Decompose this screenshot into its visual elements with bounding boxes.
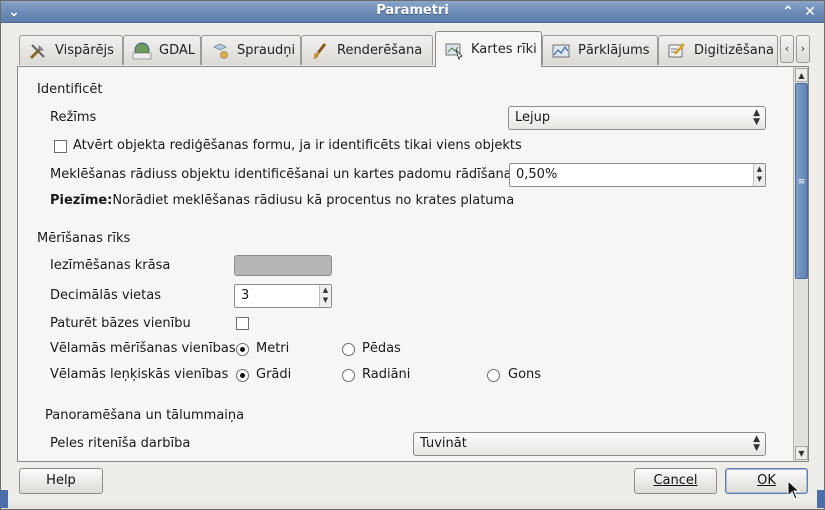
tab-label: Vispārējs	[55, 43, 114, 58]
tools-icon	[29, 43, 45, 59]
rubberband-color-button[interactable]	[234, 255, 332, 276]
tab-label: Digitizēšana	[694, 43, 774, 58]
note-label: Piezīme:	[50, 193, 113, 208]
tab-label: Renderēšana	[337, 43, 423, 58]
decimals-spinbox[interactable]: 3 ▲ ▼	[234, 284, 332, 308]
gdal-icon	[132, 42, 152, 59]
scroll-up-icon[interactable]: ▲	[795, 68, 808, 82]
tab-label: GDAL	[159, 43, 195, 58]
ok-button-label: OK	[757, 473, 776, 488]
search-radius-label: Meklēšanas rādiuss objektu identificēšan…	[50, 167, 516, 182]
wheel-action-value: Tuvināt	[420, 436, 467, 451]
search-radius-spinbox[interactable]: 0,50% ▲ ▼	[509, 163, 766, 187]
radio-feet[interactable]	[342, 343, 355, 356]
scrollbar-thumb[interactable]: ≡	[795, 83, 808, 279]
wheel-action-label: Peles ritenīša darbība	[50, 436, 191, 451]
overlay-icon	[552, 44, 570, 57]
updown-icon: ▲ ▼	[753, 434, 760, 453]
keep-base-unit-label: Paturēt bāzes vienību	[50, 316, 191, 331]
keep-base-unit-checkbox[interactable]	[236, 317, 249, 330]
identify-mode-value: Lejup	[515, 110, 551, 125]
spin-buttons-icon[interactable]: ▲ ▼	[319, 285, 331, 307]
mouse-cursor-icon	[787, 480, 801, 500]
map-tools-icon	[445, 43, 463, 60]
tab-digitizing[interactable]: Digitizēšana	[658, 35, 778, 65]
radio-radians[interactable]	[342, 369, 355, 382]
radio-feet-label: Pēdas	[362, 341, 401, 356]
plugins-icon	[213, 43, 228, 59]
tab-plugins[interactable]: Spraudņi	[201, 35, 301, 65]
decimals-value: 3	[241, 288, 250, 303]
preferences-dialog: ⌄ Parametri ⌃ ✕ Vispārējs GDAL Spraudņi …	[0, 0, 825, 510]
pan-zoom-section-label: Panoramēšana un tālummaiņa	[45, 408, 245, 423]
tab-rendering[interactable]: Renderēšana	[301, 35, 433, 65]
open-form-label: Atvērt objekta rediģēšanas formu, ja ir …	[73, 138, 522, 153]
identify-mode-select[interactable]: Lejup ▲ ▼	[508, 106, 766, 130]
identify-mode-label: Režīms	[50, 110, 97, 125]
scroll-down-icon[interactable]: ▼	[795, 446, 808, 460]
measure-section-label: Mērīšanas rīks	[37, 231, 131, 246]
tab-bar: Vispārējs GDAL Spraudņi Renderēšana Kart…	[17, 31, 812, 67]
radio-gons[interactable]	[487, 369, 500, 382]
window-title: Parametri	[376, 3, 449, 18]
radio-radians-label: Radiāni	[362, 367, 411, 382]
tab-label: Pārklājums	[578, 43, 650, 58]
radio-degrees-label: Grādi	[256, 367, 292, 382]
identify-section-label: Identificēt	[37, 82, 103, 97]
bottom-strip	[1, 500, 824, 509]
cancel-button-label: Cancel	[653, 473, 698, 488]
open-form-checkbox[interactable]	[54, 140, 67, 153]
search-radius-value: 0,50%	[516, 167, 558, 182]
digitize-icon	[668, 42, 685, 57]
radio-degrees[interactable]	[236, 369, 249, 382]
desktop-edge-right	[817, 490, 825, 508]
rubberband-color-label: Iezīmēšanas krāsa	[50, 258, 171, 273]
spin-buttons-icon[interactable]: ▲ ▼	[753, 164, 765, 186]
radio-meters[interactable]	[236, 343, 249, 356]
updown-icon: ▲ ▼	[753, 108, 760, 127]
note-text: Piezīme:Norādiet meklēšanas rādiusu kā p…	[50, 193, 514, 208]
tab-map-tools[interactable]: Kartes rīki	[435, 31, 542, 67]
cancel-button[interactable]: Cancel	[634, 468, 717, 494]
tab-scroll-left-icon[interactable]: ‹	[780, 35, 794, 63]
angle-units-label: Vēlamās leņķiskās vienības	[50, 367, 229, 382]
note-body: Norādiet meklēšanas rādiusu kā procentus…	[112, 193, 515, 208]
panel-content: Identificēt Režīms Lejup ▲ ▼ Atvērt objek…	[18, 67, 793, 461]
tab-label: Kartes rīki	[471, 42, 537, 57]
tab-gdal[interactable]: GDAL	[123, 35, 201, 65]
close-icon[interactable]: ✕	[801, 3, 819, 21]
title-bar[interactable]: ⌄ Parametri ⌃ ✕	[1, 1, 824, 23]
tab-label: Spraudņi	[237, 43, 296, 58]
map-tools-panel: Identificēt Režīms Lejup ▲ ▼ Atvērt objek…	[17, 66, 809, 462]
help-button[interactable]: Help	[19, 468, 103, 494]
decimals-label: Decimālās vietas	[50, 288, 162, 303]
vertical-scrollbar[interactable]: ▲ ≡ ▼	[793, 67, 808, 461]
measure-units-label: Vēlamās mērīšanas vienības	[50, 341, 236, 356]
tab-overlay[interactable]: Pārklājums	[542, 35, 658, 65]
brush-icon	[313, 42, 327, 59]
wheel-action-select[interactable]: Tuvināt ▲ ▼	[413, 432, 766, 456]
tab-general[interactable]: Vispārējs	[19, 35, 123, 65]
desktop-edge-left	[0, 490, 8, 508]
radio-meters-label: Metri	[256, 341, 290, 356]
shade-icon[interactable]: ⌃	[779, 3, 797, 21]
radio-gons-label: Gons	[508, 367, 542, 382]
tab-scroll-right-icon[interactable]: ›	[796, 35, 810, 63]
